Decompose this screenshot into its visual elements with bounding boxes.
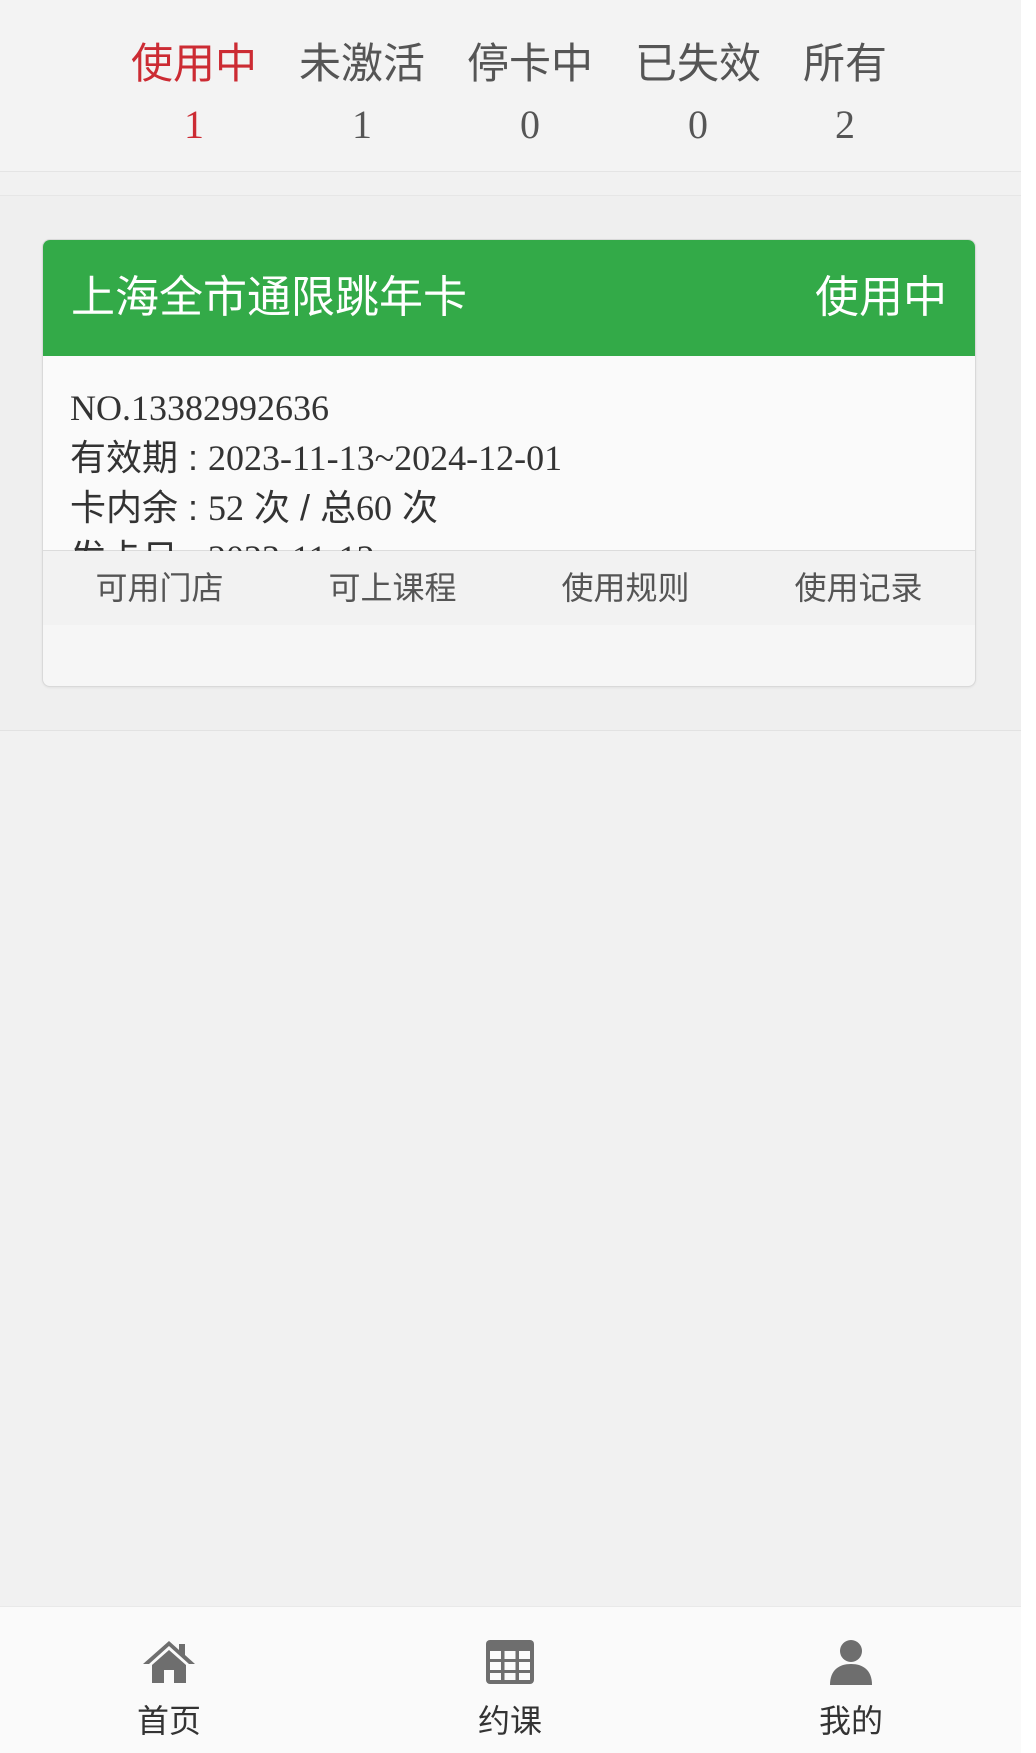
usage-records-button[interactable]: 使用记录 xyxy=(742,551,975,625)
card-remaining: 卡内余 : 52 次 / 总60 次 xyxy=(70,486,438,530)
tab-label: 已失效 xyxy=(634,40,761,87)
card-actions: 可用门店 可上课程 使用规则 使用记录 xyxy=(43,551,975,625)
nav-label: 约课 xyxy=(477,1703,542,1739)
card-validity: 有效期 : 2023-11-13~2024-12-01 xyxy=(70,436,562,480)
card-list: 上海全市通限跳年卡 使用中 NO.13382992636 有效期 : 2023-… xyxy=(0,195,1021,731)
available-stores-button[interactable]: 可用门店 xyxy=(43,551,276,625)
tab-in-use[interactable]: 使用中 1 xyxy=(114,36,274,150)
validity-value: 2023-11-13~2024-12-01 xyxy=(208,438,563,478)
tab-count: 0 xyxy=(688,102,708,147)
tab-label: 使用中 xyxy=(130,40,257,87)
nav-booking[interactable]: 约课 xyxy=(410,1607,610,1753)
bottom-nav: 首页 约课 我的 xyxy=(0,1606,1021,1753)
membership-card[interactable]: 上海全市通限跳年卡 使用中 NO.13382992636 有效期 : 2023-… xyxy=(42,239,976,687)
tab-count: 1 xyxy=(184,102,204,147)
remaining-unit: 次 / 总 xyxy=(244,487,357,528)
tab-suspended[interactable]: 停卡中 0 xyxy=(450,36,610,150)
nav-profile[interactable]: 我的 xyxy=(751,1607,951,1753)
card-header: 上海全市通限跳年卡 使用中 xyxy=(43,240,975,356)
card-status-badge: 使用中 xyxy=(815,273,947,322)
total-count: 60 xyxy=(356,488,393,528)
nav-home[interactable]: 首页 xyxy=(69,1607,269,1753)
tab-label: 所有 xyxy=(802,40,887,87)
user-icon xyxy=(830,1640,872,1685)
nav-label: 首页 xyxy=(136,1703,201,1739)
total-unit: 次 xyxy=(392,487,439,528)
calendar-grid-icon xyxy=(486,1640,534,1684)
remaining-label: 卡内余 : xyxy=(70,487,209,528)
card-status-tabs: 使用中 1 未激活 1 停卡中 0 已失效 0 所有 2 xyxy=(0,0,1021,172)
tab-count: 1 xyxy=(352,102,372,147)
validity-label: 有效期 : xyxy=(70,437,209,478)
card-number: NO.13382992636 xyxy=(70,386,329,430)
tab-count: 2 xyxy=(835,102,855,147)
card-details: NO.13382992636 有效期 : 2023-11-13~2024-12-… xyxy=(43,356,975,578)
tab-all[interactable]: 所有 2 xyxy=(765,36,925,150)
remaining-count: 52 xyxy=(208,488,245,528)
card-title: 上海全市通限跳年卡 xyxy=(71,273,467,322)
tab-count: 0 xyxy=(520,102,540,147)
card-number-value: NO.13382992636 xyxy=(70,388,329,428)
available-courses-button[interactable]: 可上课程 xyxy=(276,551,509,625)
tab-not-activated[interactable]: 未激活 1 xyxy=(282,36,442,150)
app-screen: 使用中 1 未激活 1 停卡中 0 已失效 0 所有 2 上海全市通限跳年卡 使… xyxy=(0,0,1021,1753)
home-icon xyxy=(143,1641,195,1683)
nav-label: 我的 xyxy=(818,1703,883,1739)
usage-rules-button[interactable]: 使用规则 xyxy=(509,551,742,625)
tab-expired[interactable]: 已失效 0 xyxy=(618,36,778,150)
tab-label: 停卡中 xyxy=(466,40,593,87)
tab-label: 未激活 xyxy=(298,40,425,87)
